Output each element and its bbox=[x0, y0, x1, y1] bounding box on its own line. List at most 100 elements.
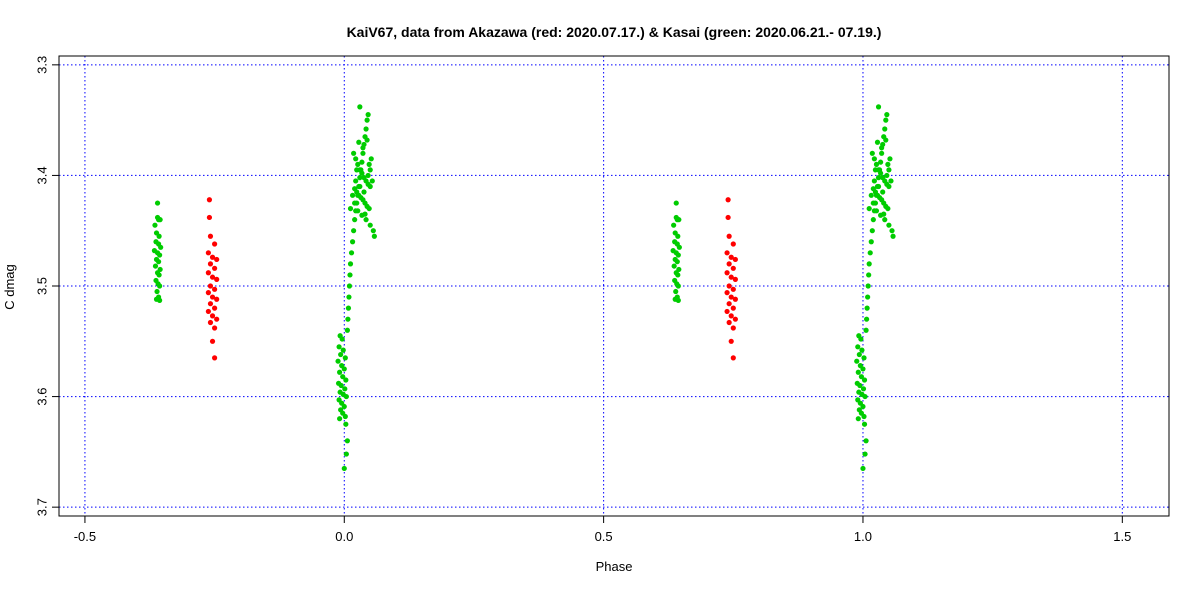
data-point bbox=[212, 241, 218, 247]
data-point bbox=[205, 308, 211, 315]
data-point bbox=[884, 172, 890, 179]
data-point bbox=[870, 217, 876, 223]
data-point bbox=[873, 208, 880, 214]
data-point bbox=[674, 259, 680, 265]
data-point bbox=[728, 338, 734, 344]
data-point bbox=[673, 200, 679, 206]
data-point bbox=[726, 283, 732, 289]
data-point bbox=[873, 161, 880, 167]
data-point bbox=[868, 192, 874, 198]
data-point bbox=[351, 150, 357, 156]
data-point bbox=[725, 197, 731, 203]
y-axis-label: C dmag bbox=[2, 264, 17, 310]
data-point bbox=[675, 272, 681, 278]
data-point bbox=[869, 150, 875, 156]
data-point bbox=[352, 217, 358, 223]
data-point bbox=[347, 261, 354, 267]
data-point bbox=[855, 416, 861, 422]
data-point bbox=[335, 358, 341, 364]
data-point bbox=[212, 286, 218, 292]
data-point bbox=[155, 259, 162, 265]
data-point bbox=[875, 104, 882, 110]
y-tick-label: 3.7 bbox=[35, 498, 50, 516]
data-point bbox=[868, 239, 874, 245]
data-point bbox=[212, 325, 218, 331]
data-point bbox=[341, 366, 347, 372]
data-point bbox=[154, 288, 160, 295]
data-point bbox=[878, 170, 884, 176]
scatter-chart: KaiV67, data from Akazawa (red: 2020.07.… bbox=[2, 24, 1170, 574]
data-point bbox=[367, 167, 373, 173]
data-point bbox=[214, 276, 220, 282]
data-point bbox=[364, 117, 370, 123]
y-tick-label: 3.4 bbox=[35, 166, 50, 184]
data-point bbox=[880, 189, 886, 195]
data-point bbox=[367, 183, 373, 190]
data-point bbox=[365, 112, 371, 118]
data-point bbox=[353, 156, 359, 162]
y-axis: 3.3 3.4 3.5 3.6 3.7 bbox=[35, 56, 59, 516]
data-point bbox=[205, 290, 211, 296]
data-point bbox=[346, 294, 352, 300]
data-point bbox=[726, 261, 732, 267]
data-point bbox=[357, 183, 363, 190]
data-point bbox=[354, 167, 360, 173]
x-tick-label: -0.5 bbox=[74, 529, 96, 544]
data-point bbox=[348, 250, 355, 256]
data-point bbox=[360, 145, 366, 151]
data-point bbox=[870, 200, 876, 206]
data-point bbox=[861, 355, 867, 361]
data-point bbox=[885, 205, 891, 212]
data-point bbox=[158, 244, 164, 250]
data-point bbox=[882, 217, 888, 223]
data-point bbox=[157, 252, 163, 258]
data-point bbox=[886, 222, 892, 228]
data-point bbox=[349, 192, 356, 198]
data-point bbox=[676, 217, 682, 223]
data-point bbox=[370, 228, 376, 234]
data-point bbox=[207, 233, 214, 239]
y-tick-label: 3.5 bbox=[35, 277, 50, 295]
data-point bbox=[671, 263, 677, 269]
data-point bbox=[675, 283, 681, 289]
data-point bbox=[879, 150, 885, 156]
data-point bbox=[728, 313, 734, 319]
data-point bbox=[337, 369, 343, 375]
x-tick-label: 0.5 bbox=[595, 529, 613, 544]
data-point bbox=[872, 167, 879, 173]
data-point bbox=[882, 126, 888, 132]
data-point bbox=[726, 301, 732, 307]
data-point bbox=[730, 265, 736, 271]
data-point bbox=[866, 272, 872, 278]
data-point bbox=[344, 327, 350, 333]
x-tick-label: 1.5 bbox=[1113, 529, 1131, 544]
data-point bbox=[346, 283, 353, 289]
data-point bbox=[209, 313, 216, 319]
data-point bbox=[726, 319, 732, 326]
data-point bbox=[887, 156, 893, 162]
data-point bbox=[206, 214, 213, 221]
data-point bbox=[342, 386, 348, 392]
data-point bbox=[156, 272, 162, 278]
data-point bbox=[356, 139, 362, 145]
chart-title: KaiV67, data from Akazawa (red: 2020.07.… bbox=[347, 24, 882, 40]
data-point bbox=[730, 286, 736, 292]
x-tick-label: 1.0 bbox=[854, 529, 872, 544]
data-point bbox=[888, 178, 894, 184]
data-point bbox=[886, 167, 892, 173]
data-point bbox=[671, 222, 677, 228]
data-point bbox=[343, 393, 349, 400]
data-point bbox=[885, 161, 891, 167]
data-point bbox=[360, 150, 366, 156]
data-point bbox=[862, 393, 868, 400]
data-point bbox=[675, 252, 681, 258]
data-point bbox=[366, 205, 372, 212]
data-point bbox=[337, 416, 343, 422]
data-point bbox=[357, 104, 363, 110]
data-point bbox=[854, 358, 860, 364]
data-point bbox=[364, 137, 370, 143]
data-point bbox=[884, 112, 890, 118]
data-point bbox=[866, 205, 872, 212]
data-point bbox=[862, 451, 868, 457]
data-point bbox=[214, 316, 220, 322]
